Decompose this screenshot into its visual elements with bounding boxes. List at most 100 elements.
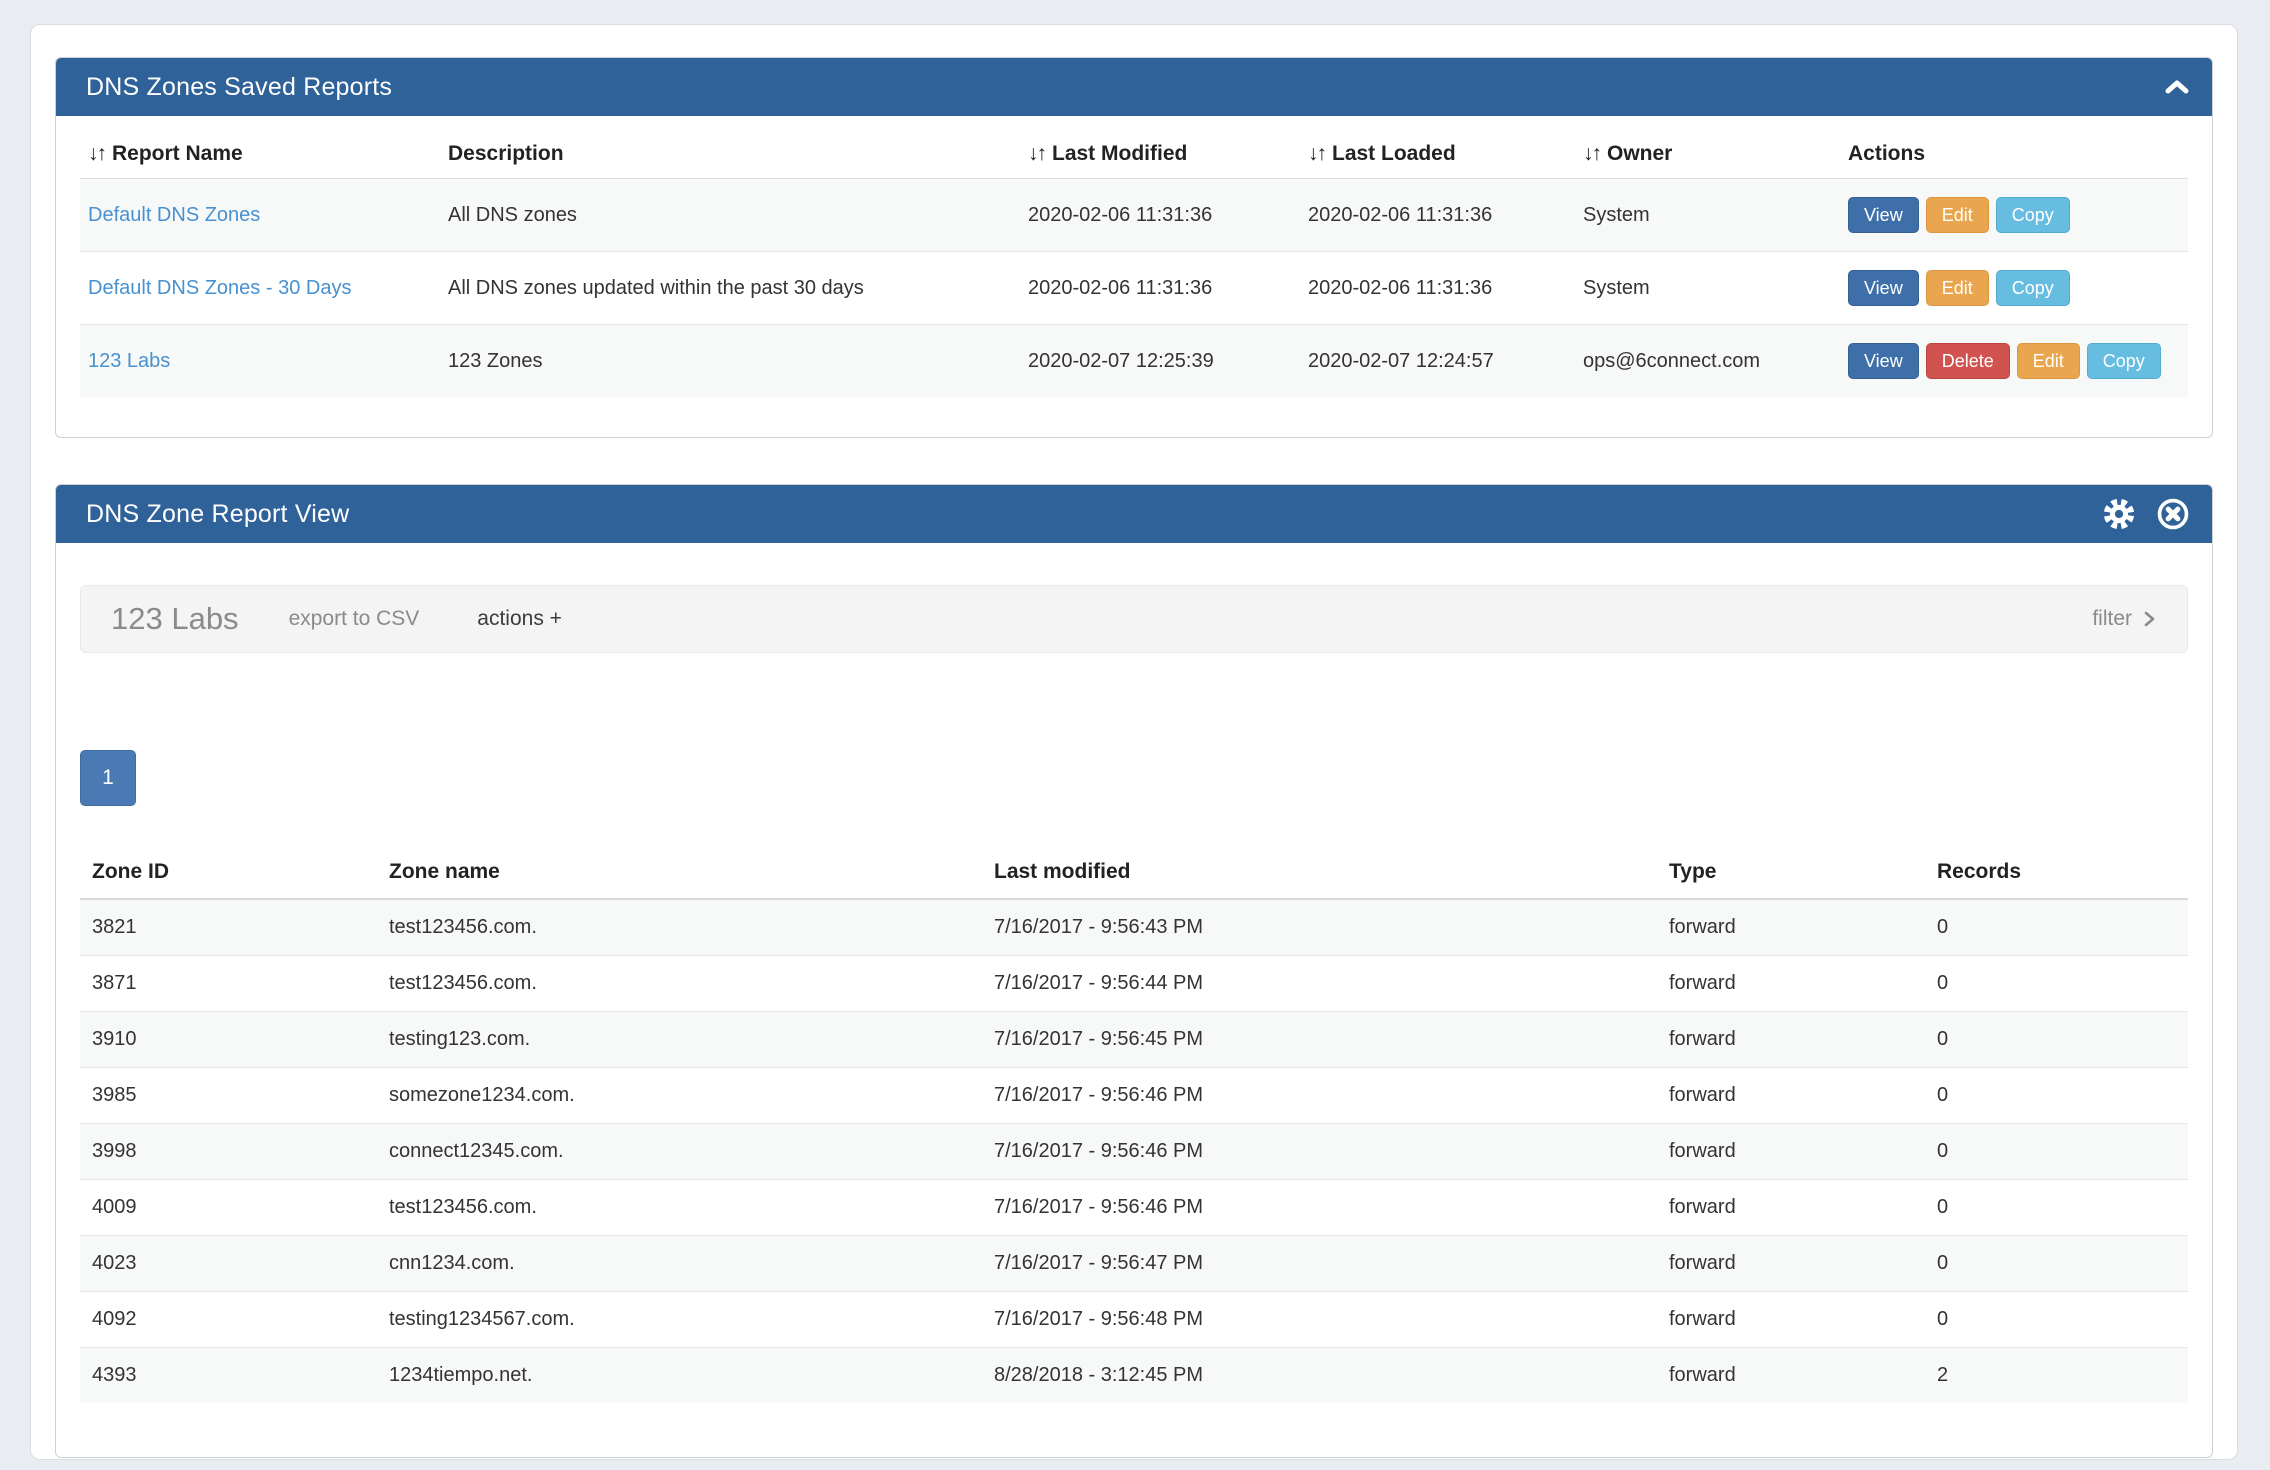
col-zone-type: Type <box>1657 846 1925 899</box>
report-link[interactable]: 123 Labs <box>88 350 170 372</box>
view-button[interactable]: View <box>1848 270 1919 306</box>
zone-last-modified-cell: 7/16/2017 - 9:56:46 PM <box>982 1068 1657 1124</box>
export-csv-link[interactable]: export to CSV <box>289 607 420 631</box>
edit-button[interactable]: Edit <box>1926 270 1989 306</box>
report-link[interactable]: Default DNS Zones <box>88 204 260 226</box>
pagination-page-1-button[interactable]: 1 <box>80 750 136 806</box>
zones-table: Zone ID Zone name Last modified Type Rec… <box>80 846 2188 1403</box>
col-description-label: Description <box>448 142 564 165</box>
report-actions-cell: ViewEditCopy <box>1840 252 2188 325</box>
col-zone-id: Zone ID <box>80 846 377 899</box>
report-view-header: DNS Zone Report View <box>56 485 2212 543</box>
report-owner-cell: System <box>1575 252 1840 325</box>
saved-reports-body: ↓↑ Report Name Description ↓↑Last Modifie… <box>56 116 2212 437</box>
zone-last-modified-cell: 7/16/2017 - 9:56:47 PM <box>982 1236 1657 1292</box>
zone-name-cell: somezone1234.com. <box>377 1068 982 1124</box>
zone-records-cell: 0 <box>1925 1292 2188 1348</box>
col-owner-label: Owner <box>1607 142 1672 165</box>
view-button[interactable]: View <box>1848 343 1919 379</box>
zone-row: 4009test123456.com.7/16/2017 - 9:56:46 P… <box>80 1180 2188 1236</box>
zone-name-cell: testing1234567.com. <box>377 1292 982 1348</box>
reports-table-body: Default DNS ZonesAll DNS zones2020-02-06… <box>80 179 2188 398</box>
zone-last-modified-cell: 7/16/2017 - 9:56:48 PM <box>982 1292 1657 1348</box>
zone-row: 3910testing123.com.7/16/2017 - 9:56:45 P… <box>80 1012 2188 1068</box>
saved-reports-header: DNS Zones Saved Reports <box>56 58 2212 116</box>
col-last-modified[interactable]: ↓↑Last Modified <box>1020 124 1300 179</box>
zone-last-modified-cell: 8/28/2018 - 3:12:45 PM <box>982 1348 1657 1404</box>
col-zone-name: Zone name <box>377 846 982 899</box>
zone-id-cell: 4393 <box>80 1348 377 1404</box>
report-last-loaded-cell: 2020-02-07 12:24:57 <box>1300 325 1575 398</box>
zones-header-row: Zone ID Zone name Last modified Type Rec… <box>80 846 2188 899</box>
report-name-cell: Default DNS Zones <box>80 179 440 252</box>
saved-reports-table: ↓↑ Report Name Description ↓↑Last Modifie… <box>80 124 2188 397</box>
zone-row: 3821test123456.com.7/16/2017 - 9:56:43 P… <box>80 899 2188 956</box>
zone-type-cell: forward <box>1657 1068 1925 1124</box>
zone-name-cell: testing123.com. <box>377 1012 982 1068</box>
zone-last-modified-cell: 7/16/2017 - 9:56:45 PM <box>982 1012 1657 1068</box>
report-name-cell: Default DNS Zones - 30 Days <box>80 252 440 325</box>
zone-type-cell: forward <box>1657 1292 1925 1348</box>
zone-row: 4092testing1234567.com.7/16/2017 - 9:56:… <box>80 1292 2188 1348</box>
zone-last-modified-cell: 7/16/2017 - 9:56:43 PM <box>982 899 1657 956</box>
col-last-loaded[interactable]: ↓↑Last Loaded <box>1300 124 1575 179</box>
saved-reports-header-row: ↓↑ Report Name Description ↓↑Last Modifie… <box>80 124 2188 179</box>
zone-row: 4023cnn1234.com.7/16/2017 - 9:56:47 PMfo… <box>80 1236 2188 1292</box>
zone-name-cell: 1234tiempo.net. <box>377 1348 982 1404</box>
report-row: 123 Labs123 Zones2020-02-07 12:25:392020… <box>80 325 2188 398</box>
report-view-body: 123 Labs export to CSV actions + filter … <box>56 543 2212 1457</box>
zone-id-cell: 4023 <box>80 1236 377 1292</box>
report-actions-cell: ViewEditCopy <box>1840 179 2188 252</box>
sort-icon: ↓↑ <box>88 142 105 165</box>
zone-row: 3985somezone1234.com.7/16/2017 - 9:56:46… <box>80 1068 2188 1124</box>
delete-button[interactable]: Delete <box>1926 343 2010 379</box>
report-name-cell: 123 Labs <box>80 325 440 398</box>
report-last-loaded-cell: 2020-02-06 11:31:36 <box>1300 252 1575 325</box>
filter-toggle[interactable]: filter <box>2092 607 2157 631</box>
col-owner[interactable]: ↓↑Owner <box>1575 124 1840 179</box>
zone-id-cell: 3998 <box>80 1124 377 1180</box>
report-last-modified-cell: 2020-02-06 11:31:36 <box>1020 179 1300 252</box>
report-toolbar: 123 Labs export to CSV actions + filter <box>80 585 2188 653</box>
main-card: DNS Zones Saved Reports ↓↑ Report Name <box>30 24 2238 1460</box>
col-report-name-label: Report Name <box>112 142 243 165</box>
edit-button[interactable]: Edit <box>1926 197 1989 233</box>
copy-button[interactable]: Copy <box>1996 270 2070 306</box>
zone-records-cell: 0 <box>1925 1180 2188 1236</box>
view-button[interactable]: View <box>1848 197 1919 233</box>
copy-button[interactable]: Copy <box>1996 197 2070 233</box>
report-actions-cell: ViewDeleteEditCopy <box>1840 325 2188 398</box>
zone-name-cell: connect12345.com. <box>377 1124 982 1180</box>
edit-button[interactable]: Edit <box>2017 343 2080 379</box>
col-description: Description <box>440 124 1020 179</box>
zone-id-cell: 3910 <box>80 1012 377 1068</box>
copy-button[interactable]: Copy <box>2087 343 2161 379</box>
zone-name-cell: cnn1234.com. <box>377 1236 982 1292</box>
report-last-modified-cell: 2020-02-06 11:31:36 <box>1020 252 1300 325</box>
zones-table-body: 3821test123456.com.7/16/2017 - 9:56:43 P… <box>80 899 2188 1403</box>
zone-records-cell: 0 <box>1925 956 2188 1012</box>
zone-type-cell: forward <box>1657 1348 1925 1404</box>
col-actions-label: Actions <box>1848 142 1925 165</box>
col-report-name[interactable]: ↓↑ Report Name <box>80 124 440 179</box>
col-zone-last-modified: Last modified <box>982 846 1657 899</box>
collapse-chevron-up-icon[interactable] <box>2164 78 2190 96</box>
zone-last-modified-cell: 7/16/2017 - 9:56:46 PM <box>982 1124 1657 1180</box>
gear-icon[interactable] <box>2102 497 2136 531</box>
filter-label: filter <box>2092 607 2132 631</box>
close-circle-icon[interactable] <box>2156 497 2190 531</box>
zone-records-cell: 0 <box>1925 1012 2188 1068</box>
report-description-cell: All DNS zones <box>440 179 1020 252</box>
zone-type-cell: forward <box>1657 1180 1925 1236</box>
zone-name-cell: test123456.com. <box>377 899 982 956</box>
report-description-cell: 123 Zones <box>440 325 1020 398</box>
zone-records-cell: 0 <box>1925 1124 2188 1180</box>
zone-type-cell: forward <box>1657 956 1925 1012</box>
zone-row: 3998connect12345.com.7/16/2017 - 9:56:46… <box>80 1124 2188 1180</box>
report-link[interactable]: Default DNS Zones - 30 Days <box>88 277 351 299</box>
col-last-loaded-label: Last Loaded <box>1332 142 1456 165</box>
saved-reports-title: DNS Zones Saved Reports <box>86 73 392 102</box>
col-actions: Actions <box>1840 124 2188 179</box>
actions-menu-link[interactable]: actions + <box>477 607 562 631</box>
saved-reports-panel: DNS Zones Saved Reports ↓↑ Report Name <box>55 57 2213 438</box>
